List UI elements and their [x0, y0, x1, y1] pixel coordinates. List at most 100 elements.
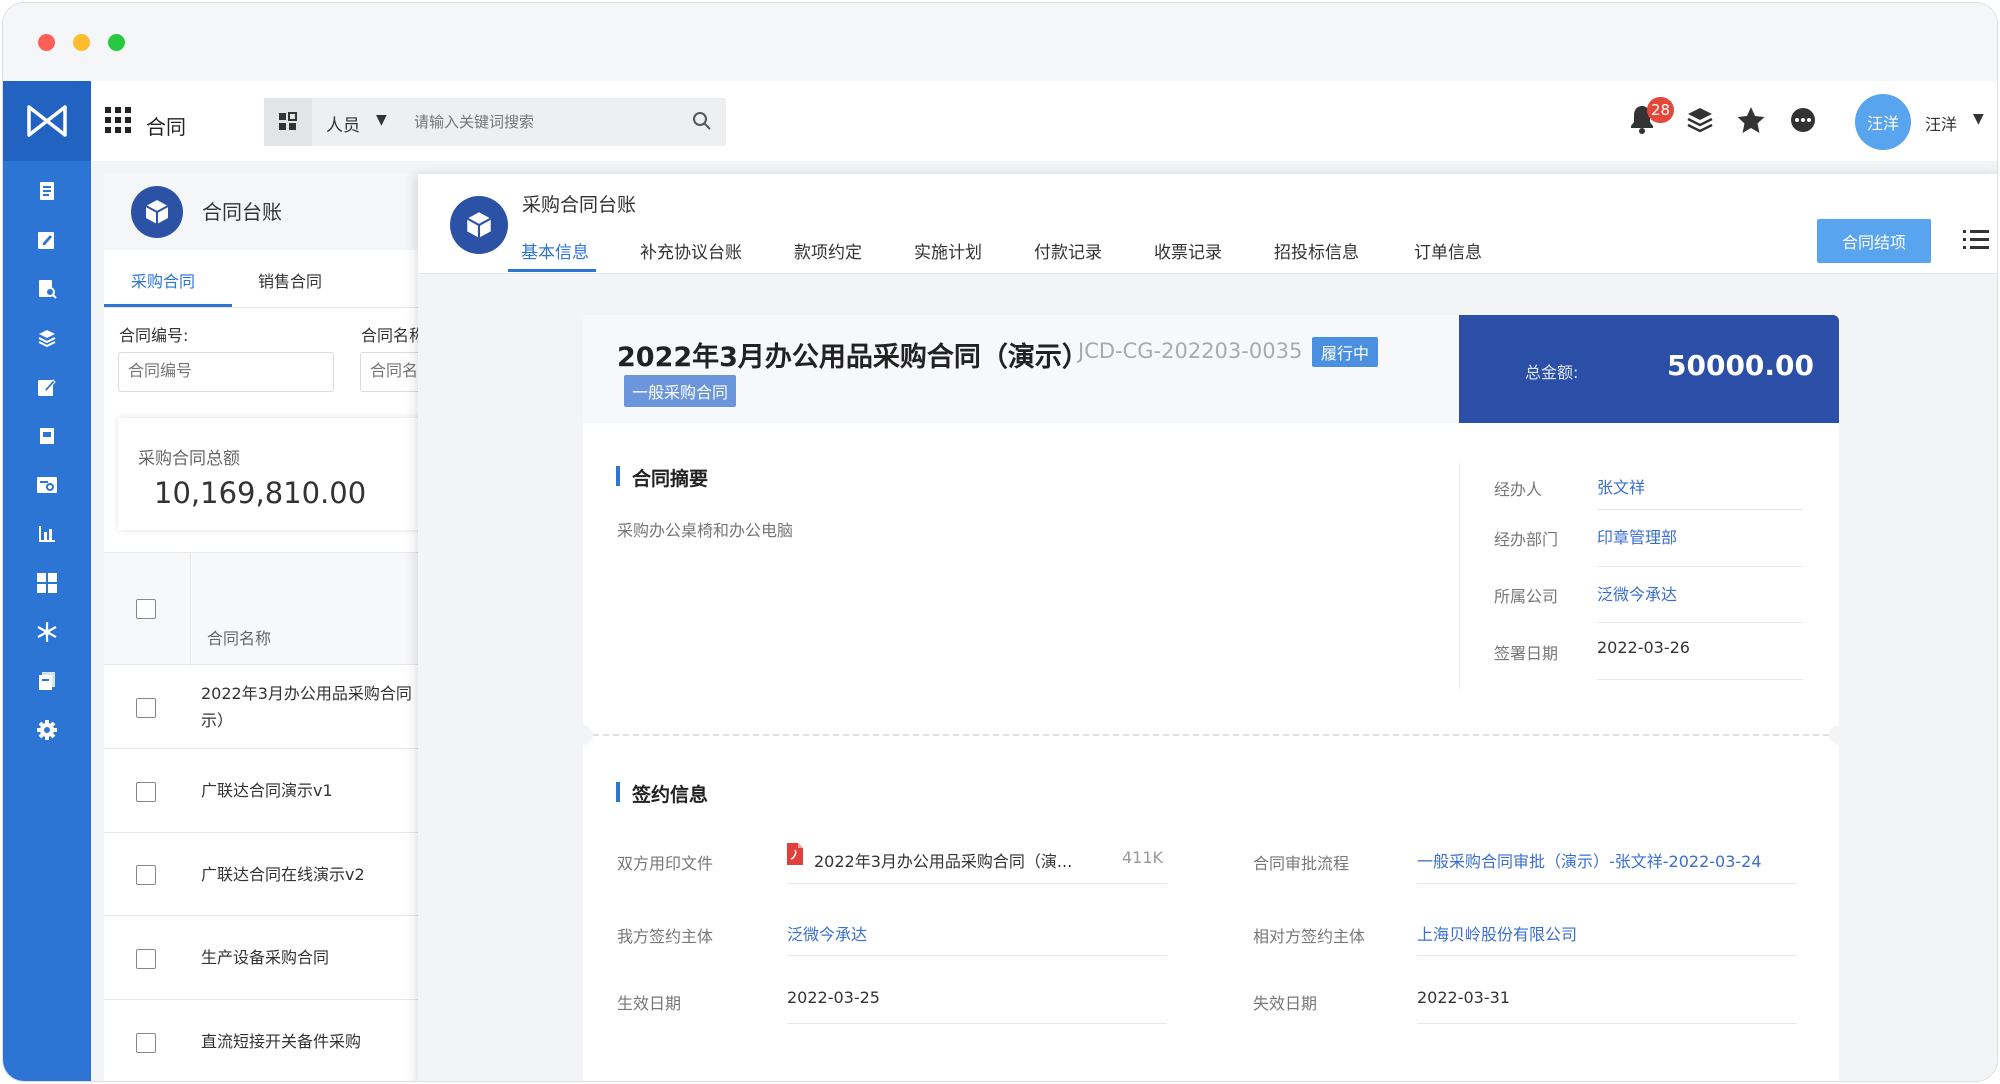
effective-date-value: 2022-03-25: [787, 988, 880, 1007]
table-row[interactable]: 直流短接开关备件采购: [104, 1000, 434, 1081]
table-header: 合同名称: [104, 552, 434, 666]
row-name[interactable]: 广联达合同在线演示v2: [201, 862, 365, 888]
tab-basic-info[interactable]: 基本信息: [521, 238, 589, 263]
search-icon[interactable]: [691, 110, 713, 136]
card-search-icon[interactable]: [27, 465, 67, 505]
app-window: 合同 人员 ▼ 28 汪洋 汪洋 ▼: [2, 2, 1998, 1082]
row-checkbox[interactable]: [136, 865, 156, 885]
edit-icon[interactable]: [27, 220, 67, 260]
gear-icon[interactable]: [27, 710, 67, 750]
total-value: 50000.00: [1667, 349, 1815, 382]
row-name[interactable]: 广联达合同演示v1: [201, 778, 333, 804]
contract-detail-panel: 采购合同台账 基本信息 补充协议台账 款项约定 实施计划 付款记录 收票记录 招…: [418, 174, 1997, 1081]
row-checkbox[interactable]: [136, 1033, 156, 1053]
logo[interactable]: [3, 81, 91, 161]
sidebar: [3, 81, 91, 1081]
user-name[interactable]: 汪洋: [1925, 111, 1957, 135]
snowflake-icon[interactable]: [27, 612, 67, 652]
table-row[interactable]: 广联达合同演示v1: [104, 749, 434, 833]
search-scope-select[interactable]: 人员: [326, 111, 360, 136]
close-contract-button[interactable]: 合同结项: [1817, 219, 1931, 263]
avatar[interactable]: 汪洋: [1855, 94, 1911, 150]
row-name-cont[interactable]: 示）: [201, 708, 233, 734]
summary-card: [118, 418, 434, 530]
stamp-file-name[interactable]: 2022年3月办公用品采购合同（演...: [814, 848, 1072, 872]
maximize-window-button[interactable]: [108, 34, 125, 51]
tab-payment-records[interactable]: 付款记录: [1034, 238, 1102, 263]
list-title: 合同台账: [202, 200, 282, 224]
form-edit-icon[interactable]: [27, 367, 67, 407]
tab-sales-contract[interactable]: 销售合同: [258, 268, 322, 292]
row-name[interactable]: 直流短接开关备件采购: [201, 1029, 361, 1055]
our-party-value[interactable]: 泛微今承达: [787, 921, 867, 945]
tab-implementation[interactable]: 实施计划: [914, 238, 982, 263]
more-chat-icon[interactable]: [1788, 105, 1818, 139]
tab-purchase-contract[interactable]: 采购合同: [131, 268, 195, 292]
tab-orders[interactable]: 订单信息: [1414, 238, 1482, 263]
table-row[interactable]: 广联达合同在线演示v2: [104, 833, 434, 916]
company-value[interactable]: 泛微今承达: [1597, 581, 1677, 605]
our-party-label: 我方签约主体: [617, 927, 714, 946]
notification-badge: 28: [1647, 97, 1675, 123]
section-title-summary: 合同摘要: [616, 464, 708, 491]
search-input[interactable]: [414, 106, 674, 138]
table-row[interactable]: 生产设备采购合同: [104, 916, 434, 1000]
detail-header: 采购合同台账 基本信息 补充协议台账 款项约定 实施计划 付款记录 收票记录 招…: [418, 174, 1997, 274]
layers-icon[interactable]: [27, 318, 67, 358]
chevron-down-icon[interactable]: ▼: [1973, 111, 1984, 127]
app-grid-icon[interactable]: [105, 107, 133, 135]
stamp-file-label: 双方用印文件: [617, 854, 714, 873]
table-row[interactable]: 2022年3月办公用品采购合同（演 示）: [104, 665, 434, 749]
expire-date-value: 2022-03-31: [1417, 988, 1510, 1007]
row-name[interactable]: 2022年3月办公用品采购合同（演: [201, 681, 434, 707]
summary-text: 采购办公桌椅和办公电脑: [617, 521, 794, 540]
row-name[interactable]: 生产设备采购合同: [201, 945, 329, 971]
stamp-file-size: 411K: [1122, 848, 1164, 867]
chevron-down-icon[interactable]: ▼: [376, 112, 387, 128]
minimize-window-button[interactable]: [73, 34, 90, 51]
contract-code: JCD-CG-202203-0035: [1078, 339, 1303, 363]
search-scope-icon[interactable]: [264, 98, 312, 146]
layers-icon[interactable]: [1685, 105, 1715, 139]
counter-party-value[interactable]: 上海贝岭股份有限公司: [1417, 921, 1577, 945]
list-tabs: 采购合同 销售合同: [104, 250, 434, 308]
document-icon[interactable]: [27, 171, 67, 211]
file-icon[interactable]: [27, 416, 67, 456]
contract-list-panel: 合同台账 采购合同 销售合同 合同编号: 合同名称 采购合同总额 10,169,…: [104, 174, 434, 1081]
star-icon[interactable]: [1736, 105, 1766, 139]
tab-bidding[interactable]: 招投标信息: [1274, 238, 1359, 263]
sign-date-label: 签署日期: [1494, 644, 1559, 663]
tab-payment-terms[interactable]: 款项约定: [794, 238, 862, 263]
counter-party-label: 相对方签约主体: [1253, 927, 1366, 946]
row-checkbox[interactable]: [136, 949, 156, 969]
copy-icon[interactable]: [27, 661, 67, 701]
approval-flow-link[interactable]: 一般采购合同审批（演示）-张文祥-2022-03-24: [1417, 848, 1762, 872]
contract-no-input[interactable]: [118, 352, 334, 392]
select-all-checkbox[interactable]: [136, 599, 156, 619]
contract-type-badge: 一般采购合同: [624, 375, 737, 407]
contract-card: 2022年3月办公用品采购合同（演示） JCD-CG-202203-0035 履…: [573, 315, 1849, 1081]
grid-icon[interactable]: [27, 563, 67, 603]
doc-search-icon[interactable]: [27, 269, 67, 309]
sign-date-value: 2022-03-26: [1597, 638, 1690, 657]
detail-title: 采购合同台账: [522, 194, 637, 216]
department-value[interactable]: 印章管理部: [1597, 524, 1677, 548]
cube-icon: [131, 186, 183, 238]
filter-label-contract-no: 合同编号:: [119, 326, 189, 345]
status-badge: 履行中: [1312, 337, 1379, 367]
tab-supplement[interactable]: 补充协议台账: [640, 238, 742, 263]
tab-invoice-records[interactable]: 收票记录: [1154, 238, 1222, 263]
active-tab-indicator: [104, 304, 232, 307]
list-menu-icon[interactable]: [1963, 228, 1989, 254]
total-amount-box: 总金额: 50000.00: [1459, 315, 1839, 423]
handler-value[interactable]: 张文祥: [1597, 474, 1645, 498]
bar-chart-icon[interactable]: [27, 514, 67, 554]
contract-name: 2022年3月办公用品采购合同（演示）: [617, 342, 1089, 373]
pdf-file-icon: [785, 842, 805, 870]
row-checkbox[interactable]: [136, 782, 156, 802]
close-window-button[interactable]: [38, 34, 55, 51]
company-label: 所属公司: [1494, 587, 1559, 606]
section-title-signing: 签约信息: [616, 780, 708, 807]
row-checkbox[interactable]: [136, 698, 156, 718]
active-tab-indicator: [508, 269, 596, 272]
